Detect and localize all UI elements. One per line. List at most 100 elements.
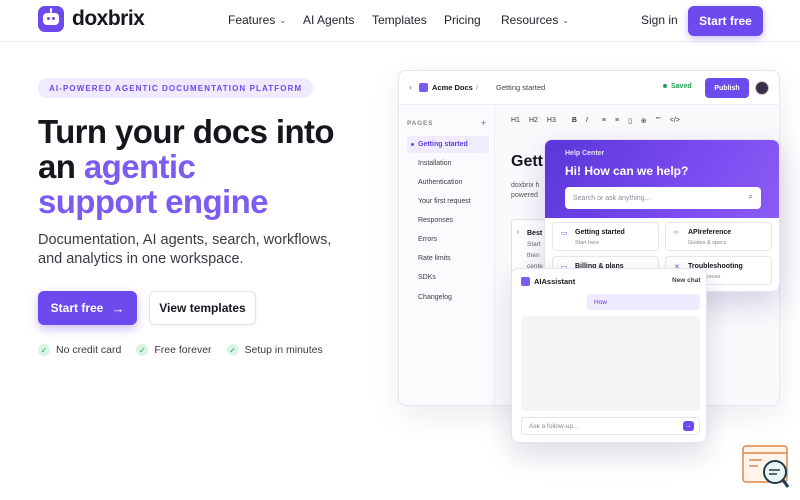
avatar[interactable] <box>755 81 769 95</box>
doc-text[interactable]: powered <box>511 192 538 199</box>
check-item: ✓ Setup in minutes <box>226 344 323 356</box>
search-icon: ⌕ <box>748 192 753 201</box>
nav-item-ai-agents[interactable]: AI Agents <box>303 13 372 27</box>
add-page-icon[interactable]: + <box>481 118 486 128</box>
bold-button[interactable]: B <box>572 117 577 125</box>
saved-status: Saved <box>663 83 692 90</box>
nav-item-features[interactable]: Features ⌄ <box>228 13 303 27</box>
headline-accent-2: support engine <box>38 183 269 220</box>
help-card-subtitle: Start here <box>575 240 600 246</box>
help-center-label: Help Center <box>565 150 605 157</box>
nav-links: Features ⌄ AI Agents Templates Pricing Re… <box>228 13 569 27</box>
feature-checks: ✓ No credit card ✓ Free forever ✓ Setup in … <box>38 344 338 356</box>
code-icon[interactable]: </> <box>670 117 680 125</box>
check-icon: ✓ <box>38 344 50 356</box>
hero-headline: Turn your docs into an agentic support e… <box>38 114 378 219</box>
help-center-title: Hi! How can we help? <box>565 164 689 178</box>
user-message-bubble: How <box>587 294 700 310</box>
nav-item-pricing[interactable]: Pricing <box>444 13 501 27</box>
nav-label: Pricing <box>444 13 481 27</box>
status-dot-icon <box>663 84 667 89</box>
breadcrumb-separator: / <box>476 83 479 92</box>
sidebar-page-item[interactable]: Authentication <box>407 174 489 191</box>
nav-item-resources[interactable]: Resources ⌄ <box>501 13 569 27</box>
publish-button[interactable]: Publish <box>705 78 749 98</box>
chevron-down-icon: ⌄ <box>562 15 570 25</box>
bullet-list-icon[interactable]: ≡ <box>602 117 606 125</box>
pages-heading: PAGES <box>407 120 434 127</box>
italic-button[interactable]: I <box>586 117 588 125</box>
send-icon[interactable]: → <box>683 421 694 431</box>
new-chat-button[interactable]: New chat <box>672 277 701 284</box>
heading2-button[interactable]: H2 <box>529 117 538 125</box>
numbered-list-icon[interactable]: ≡ <box>615 117 619 125</box>
sidebar-page-item[interactable]: Installation <box>407 155 489 172</box>
chevron-down-icon: ⌄ <box>279 15 287 25</box>
sidebar-page-item[interactable]: Rate limits <box>407 250 489 267</box>
callout-title: Best <box>527 230 543 237</box>
sidebar-page-item[interactable]: SDKs <box>407 269 489 286</box>
ai-assistant-panel: AIAssistant New chat How Ask a follow-up… <box>511 268 707 443</box>
check-label: Setup in minutes <box>244 344 323 356</box>
doc-title[interactable]: Getti <box>511 153 547 171</box>
check-label: Free forever <box>154 344 212 356</box>
check-icon: ✓ <box>136 344 149 356</box>
heading3-button[interactable]: H3 <box>547 117 556 125</box>
headline-line-2a: an <box>38 148 84 185</box>
follow-up-input[interactable]: Ask a follow-up... <box>521 417 700 435</box>
sidebar-page-item[interactable]: Changelog <box>407 289 489 306</box>
hero-badge: AI-POWERED AGENTIC DOCUMENTATION PLATFOR… <box>38 78 314 98</box>
top-nav: doxbrix Features ⌄ AI Agents Templates Pr… <box>0 0 800 42</box>
chat-area <box>521 316 700 411</box>
help-card-title: Getting started <box>575 229 625 236</box>
logo-text: doxbrix <box>72 7 145 30</box>
assistant-icon <box>521 277 530 286</box>
info-icon: ı <box>517 229 519 236</box>
check-item: ✓ No credit card <box>38 344 121 356</box>
sidebar-page-item[interactable]: Responses <box>407 212 489 229</box>
hero-subtitle: Documentation, AI agents, search, workfl… <box>38 232 332 267</box>
nav-label: AI Agents <box>303 13 355 27</box>
link-icon[interactable]: ⊕ <box>641 117 647 125</box>
image-icon[interactable]: ▯ <box>628 117 632 125</box>
callout-line: then <box>527 252 540 259</box>
check-item: ✓ Free forever <box>136 344 212 356</box>
nav-start-free-button[interactable]: Start free <box>688 6 763 36</box>
assistant-title: AIAssistant <box>534 277 576 286</box>
check-icon: ✓ <box>226 344 239 356</box>
doc-icon: ▭ <box>561 230 568 237</box>
nav-label: Features <box>228 13 276 27</box>
workspace-name[interactable]: Acme Docs <box>432 83 473 92</box>
headline-accent-1: agentic <box>83 148 196 185</box>
sidebar-page-item[interactable]: Errors <box>407 231 489 248</box>
start-free-button[interactable]: Start free → <box>38 291 137 325</box>
breadcrumb-page[interactable]: Getting started <box>496 83 545 92</box>
logo-robot-icon <box>38 6 64 32</box>
headline-line-1: Turn your docs into <box>38 113 335 150</box>
doc-text[interactable]: doxbrix h <box>511 182 539 189</box>
sidebar-page-item[interactable]: Your first request <box>407 193 489 210</box>
sign-in-link[interactable]: Sign in <box>641 13 678 27</box>
start-free-label: Start free <box>50 301 104 315</box>
format-toolbar: H1 H2 H3 B I ≡ ≡ ▯ ⊕ "" </> <box>511 117 689 125</box>
help-card-api-reference[interactable]: ‹› APIreference Guides & specs <box>665 222 772 251</box>
nav-item-templates[interactable]: Templates <box>372 13 444 27</box>
callout-line: Start <box>527 241 541 248</box>
quote-icon[interactable]: "" <box>656 117 661 125</box>
heading1-button[interactable]: H1 <box>511 117 520 125</box>
help-card-subtitle: Guides & specs <box>688 240 727 246</box>
help-card-title: APIreference <box>688 229 732 236</box>
view-templates-button[interactable]: View templates <box>149 291 256 325</box>
chat-support-icon[interactable] <box>742 445 790 490</box>
help-search-input[interactable]: Search or ask anything... ⌕ <box>565 187 761 209</box>
workspace-icon <box>419 83 428 92</box>
chevron-left-icon[interactable]: ‹ <box>409 82 412 92</box>
help-card-getting-started[interactable]: ▭ Getting started Start here <box>552 222 659 251</box>
nav-label: Templates <box>372 13 427 27</box>
code-icon: ‹› <box>674 229 679 236</box>
sidebar-page-item[interactable]: Getting started <box>407 136 489 153</box>
help-search-placeholder: Search or ask anything... <box>573 194 651 202</box>
saved-label: Saved <box>671 83 692 90</box>
arrow-right-icon: → <box>111 300 125 316</box>
logo[interactable]: doxbrix <box>38 6 145 32</box>
